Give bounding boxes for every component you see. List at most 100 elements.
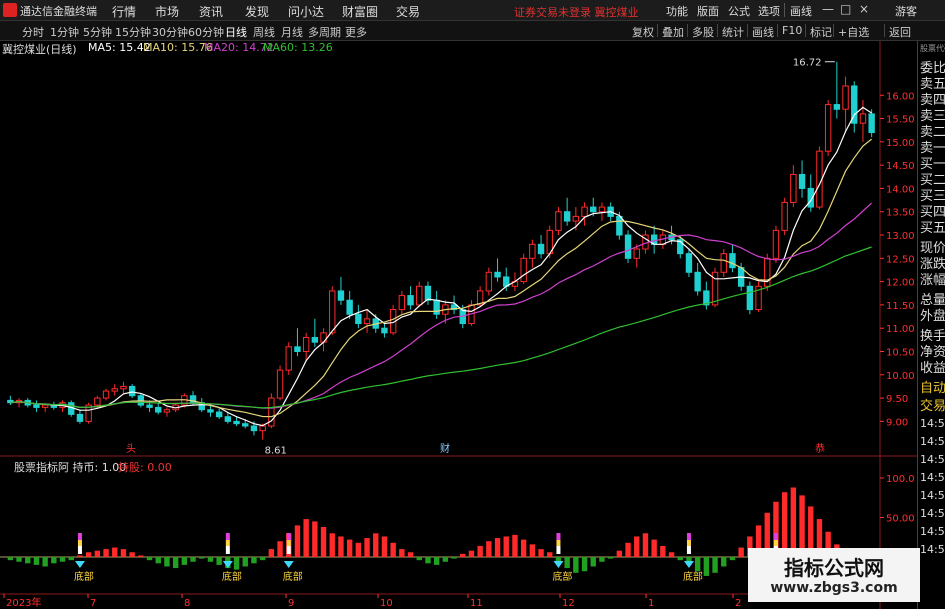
candle-body [207,409,214,413]
indicator-bar [381,536,388,557]
indicator-bar [364,538,370,557]
indicator-bar [120,549,127,557]
indicator-bar [590,557,596,567]
y-axis-tick-label: 13.00 [886,231,915,242]
y-axis-tick-label: 15.50 [886,115,915,126]
event-marker: 恭 [815,443,825,455]
y-axis-tick-label: 12.00 [886,278,915,289]
indicator-bar [294,525,301,557]
candle-body [590,206,597,213]
x-axis-tick-label: 7 [90,598,96,609]
indicator-bar [451,557,457,559]
indicator-bar [16,557,22,562]
indicator-bar [433,557,440,565]
candle-body [842,85,849,110]
indicator-bar [85,552,92,557]
indicator-tick-label: 100.0 [886,474,915,485]
indicator-bar [634,536,640,557]
signal-arrow-icon [683,561,694,568]
candle-body [729,253,736,269]
watermark-banner: 指标公式网 www.zbgs3.com [748,548,920,602]
indicator-bar [399,549,405,557]
candle-body [868,113,875,134]
signal-stack-white [225,546,230,554]
indicator-bar [425,557,431,564]
candle-body [624,234,632,259]
indicator-bar [520,539,527,557]
indicator-bar [172,557,179,569]
candle-body [163,409,171,413]
auto-trade-button[interactable]: 自动 [920,377,945,396]
signal-arrow-icon [222,561,233,568]
candle-body [146,404,153,408]
event-marker: 头 [126,443,136,455]
indicator-bar [251,557,257,564]
candle-body [76,413,84,422]
tick-time: 14:5 [920,471,945,484]
indicator-bar [660,545,666,557]
indicator-bar [790,487,797,557]
indicator-bar [77,555,83,557]
indicator-bar [512,534,518,557]
signal-stack-magenta [286,533,291,540]
indicator-bar [103,549,109,557]
trade-button[interactable]: 交易 [920,395,945,414]
y-axis-tick-label: 9.50 [886,394,908,405]
indicator-tick-label: 50.00 [886,514,915,525]
indicator-bar [547,552,553,557]
signal-stack-magenta [773,533,778,540]
indicator-bar [712,557,718,573]
candle-body [824,104,832,152]
x-axis-tick-label: 1 [648,598,654,609]
candle-body [781,201,788,231]
signal-arrow-icon [283,561,294,568]
candle-body [529,243,536,259]
indicator-bar [503,536,509,557]
indicator-bar [277,541,283,557]
x-axis-tick-label: 2023年 [6,596,41,609]
indicator-bar [703,557,710,576]
indicator-bar [738,547,744,557]
indicator-bar [7,557,14,561]
indicator-bar [729,557,736,561]
candle-body [346,299,353,315]
y-axis-tick-label: 14.00 [886,184,915,195]
candle-body [633,248,640,259]
panel-item: 涨幅 [920,273,945,288]
signal-stack-white [686,546,691,554]
kline-chart[interactable]: 16.00 15.50 15.00 14.50 14.00 13.50 13.00 12.50… [0,0,945,609]
indicator-bar [207,557,214,562]
ma20-line [10,202,873,409]
indicator-bar [477,545,483,557]
indicator-bar [129,552,135,557]
candle-body [224,416,232,422]
x-axis-tick-label: 10 [380,598,393,609]
indicator-bar [68,557,74,561]
panel-item: 外盘 [920,309,945,324]
candle-body [111,388,118,392]
panel-item: 收益 [920,361,945,376]
high-price-label: 16.72 [793,58,822,69]
indicator-bar [216,557,222,565]
candle-body [720,253,727,273]
indicator-bar [390,542,396,557]
indicator-bar [642,533,649,557]
indicator-bar [181,557,188,565]
quote-side-panel: 股票代码 委比 卖五 卖四 卖三 卖二 卖一 买一 买二 买三 买四 买五 现价… [917,41,945,609]
indicator-bar [721,557,727,567]
x-axis-tick-label: 2 [735,598,741,609]
y-axis-tick-label: 9.00 [886,417,908,428]
low-price-label: 8.61 [265,446,287,457]
indicator-bar [416,557,422,561]
candle-body [302,337,310,352]
indicator-bar [164,557,170,567]
candle-body [433,299,440,315]
candle-body [598,206,606,213]
candle-body [398,295,406,311]
signal-stack-white [556,546,561,554]
indicator-bar [407,552,414,557]
indicator-bar [320,526,327,557]
signal-arrow-icon [74,561,85,568]
y-axis-tick-label: 11.50 [886,301,915,312]
indicator-bar [146,557,153,561]
